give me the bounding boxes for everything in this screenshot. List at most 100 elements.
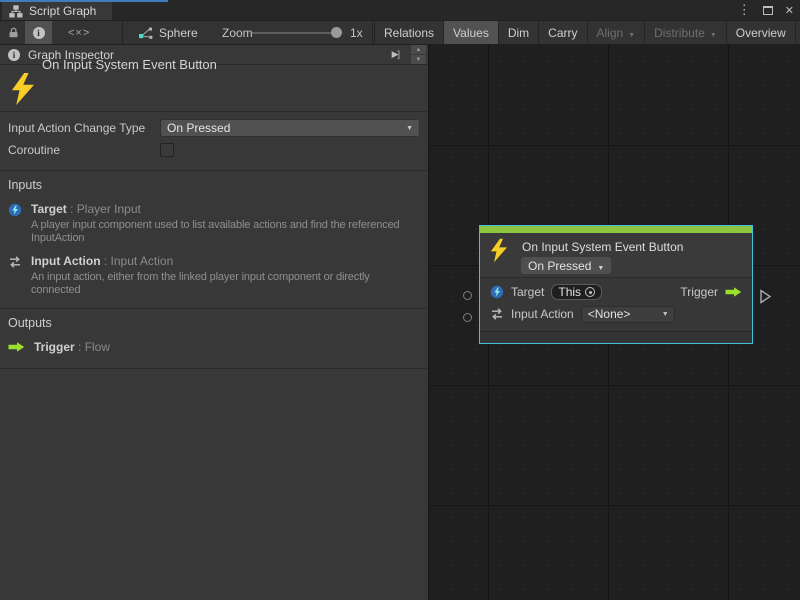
- outputs-section: Outputs Trigger : Flow: [0, 309, 428, 369]
- target-object-value: This: [558, 285, 581, 299]
- caret-down-icon: [628, 26, 635, 40]
- toolbar-button-distribute[interactable]: Distribute: [644, 21, 726, 44]
- target-port-icon: [8, 203, 22, 217]
- input-port-input-action: Input Action : Input Action An input act…: [8, 254, 420, 296]
- node-footer: [480, 331, 752, 343]
- input-port-target: Target : Player Input A player input com…: [8, 202, 420, 244]
- zoom-value: 1x: [350, 21, 363, 44]
- node-input-port-target[interactable]: [463, 291, 472, 300]
- button-label: Overview: [736, 26, 786, 40]
- button-label: Values: [453, 26, 489, 40]
- toolbar-button-fullscreen[interactable]: Full Screen: [795, 21, 800, 44]
- port-type: : Flow: [75, 340, 110, 354]
- change-type-row: Input Action Change Type On Pressed: [8, 118, 420, 138]
- node-color-bar: [480, 226, 752, 233]
- info-icon: [8, 49, 20, 61]
- port-description: An input action, either from the linked …: [31, 271, 370, 296]
- event-bolt-icon: [490, 238, 508, 263]
- button-label: Carry: [548, 26, 577, 40]
- node-body: Target This Trigger: [480, 278, 752, 331]
- toolbar-buttons: Relations Values Dim Carry Align Distrib…: [374, 21, 800, 44]
- toolbar-button-align[interactable]: Align: [587, 21, 645, 44]
- change-type-dropdown[interactable]: On Pressed: [160, 119, 420, 137]
- menu-kebab-icon[interactable]: [738, 2, 751, 18]
- button-label: Relations: [384, 26, 434, 40]
- info-icon: [33, 27, 45, 39]
- maximize-icon[interactable]: [763, 6, 773, 15]
- graph-canvas[interactable]: On Input System Event Button On Pressed …: [428, 45, 800, 600]
- change-type-value: On Pressed: [167, 121, 230, 135]
- toolbar-button-relations[interactable]: Relations: [374, 21, 443, 44]
- inputs-section: Inputs Target : Player Input A player in…: [0, 171, 428, 309]
- event-node[interactable]: On Input System Event Button On Pressed …: [479, 225, 753, 344]
- lock-icon: [7, 26, 20, 39]
- tab-label: Script Graph: [29, 4, 96, 18]
- toolbar-button-overview[interactable]: Overview: [726, 21, 795, 44]
- node-trigger-label: Trigger: [680, 285, 718, 299]
- zoom-label: Zoom: [222, 21, 253, 44]
- trigger-flow-icon: [725, 286, 742, 298]
- window-controls: [738, 0, 794, 20]
- zoom-slider-track[interactable]: [252, 32, 342, 34]
- zoom-slider-handle[interactable]: [331, 27, 342, 38]
- node-action-label: Input Action: [511, 307, 574, 321]
- toolbar-separator: [372, 21, 373, 44]
- toolbar-separator: [122, 21, 123, 44]
- target-port-icon: [490, 285, 504, 299]
- tab-bar: Script Graph: [0, 0, 800, 20]
- coroutine-row: Coroutine: [8, 140, 420, 160]
- toolbar-button-values[interactable]: Values: [443, 21, 498, 44]
- button-label: Distribute: [654, 26, 705, 40]
- graph-toolbar: <×> Sphere Zoom 1x Relations Values Dim: [0, 20, 800, 45]
- input-action-port-icon: [8, 255, 22, 269]
- node-input-port-action[interactable]: [463, 313, 472, 322]
- inspector-toggle-button[interactable]: [25, 21, 52, 44]
- coroutine-label: Coroutine: [8, 143, 160, 157]
- port-name: Trigger: [34, 340, 75, 354]
- graph-owner-button[interactable]: Sphere: [138, 21, 198, 44]
- object-picker-icon[interactable]: [585, 287, 595, 297]
- port-type: : Player Input: [67, 202, 141, 216]
- graph-node-icon: [138, 26, 153, 39]
- change-type-label: Input Action Change Type: [8, 121, 160, 135]
- inspector-node-title: On Input System Event Button: [42, 52, 217, 72]
- toolbar-button-carry[interactable]: Carry: [538, 21, 586, 44]
- node-event-dropdown[interactable]: On Pressed: [521, 257, 611, 274]
- button-label: Dim: [508, 26, 529, 40]
- node-header[interactable]: On Input System Event Button On Pressed: [480, 233, 752, 278]
- lock-button[interactable]: [7, 21, 20, 44]
- port-name: Input Action: [31, 254, 101, 268]
- action-dropdown-value: <None>: [588, 307, 631, 321]
- node-event-value: On Pressed: [528, 259, 591, 273]
- dock-panel-icon[interactable]: [392, 49, 399, 60]
- caret-down-icon: [710, 26, 717, 40]
- node-output-port-trigger[interactable]: [759, 289, 772, 304]
- inputs-heading: Inputs: [8, 178, 420, 192]
- graph-owner-label: Sphere: [159, 26, 198, 40]
- port-description: A player input component used to list av…: [31, 219, 400, 244]
- unity-script-graph-window: Script Graph <×> Sphere: [0, 0, 800, 600]
- event-bolt-icon: [10, 73, 36, 105]
- toolbar-button-dim[interactable]: Dim: [498, 21, 538, 44]
- inspector-scrollbar: [411, 45, 426, 64]
- coroutine-checkbox[interactable]: [160, 143, 174, 157]
- output-port-trigger: Trigger : Flow: [8, 340, 420, 356]
- trigger-flow-icon: [8, 341, 25, 353]
- caret-down-icon: [597, 259, 604, 273]
- script-graph-icon: [9, 5, 23, 18]
- outputs-heading: Outputs: [8, 316, 420, 330]
- target-object-field[interactable]: This: [551, 284, 602, 300]
- node-row-target: Target This Trigger: [490, 281, 742, 303]
- scroll-down-button[interactable]: [411, 55, 426, 64]
- node-title: On Input System Event Button: [522, 240, 683, 254]
- port-type: : Input Action: [101, 254, 174, 268]
- code-view-button[interactable]: <×>: [68, 21, 90, 44]
- input-action-port-icon: [490, 307, 504, 321]
- node-row-input-action: Input Action <None>: [490, 303, 742, 325]
- close-icon[interactable]: [785, 3, 794, 17]
- port-name: Target: [31, 202, 67, 216]
- action-dropdown[interactable]: <None>: [581, 306, 675, 323]
- tab-script-graph[interactable]: Script Graph: [2, 2, 112, 20]
- inspector-fields: Input Action Change Type On Pressed Coro…: [0, 112, 428, 171]
- scroll-up-button[interactable]: [411, 45, 426, 54]
